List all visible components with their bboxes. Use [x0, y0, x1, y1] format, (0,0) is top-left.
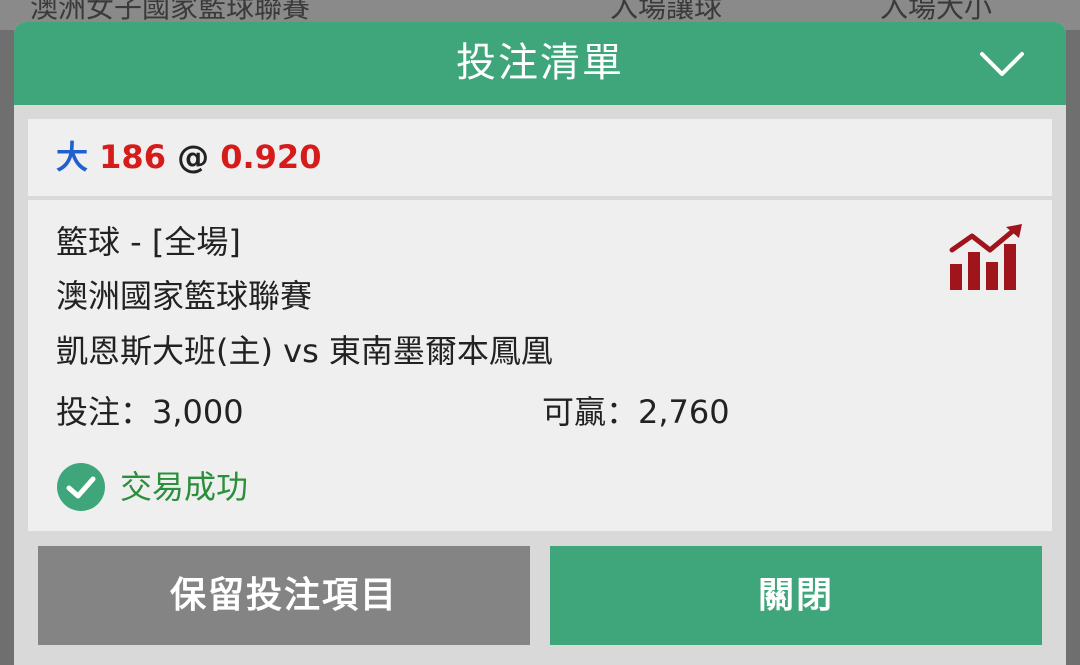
- bet-detail-card: 籃球 - [全場] 澳洲國家籃球聯賽 凱恩斯大班(主) vs 東南墨爾本鳳凰 投…: [28, 200, 1052, 531]
- check-circle-icon: [57, 463, 105, 511]
- bet-slip-panel: 投注清單 大 186 @ 0.920 籃球 - [全場] 澳洲國家籃球聯賽 凱恩…: [14, 22, 1066, 665]
- keep-selections-button[interactable]: 保留投注項目: [38, 546, 530, 645]
- bet-match: 凱恩斯大班(主) vs 東南墨爾本鳳凰: [56, 332, 553, 370]
- close-button[interactable]: 關閉: [550, 546, 1042, 645]
- selection-at-sign: @: [177, 138, 210, 176]
- bet-stake: 投注：3,000: [56, 393, 244, 431]
- bet-slip-header[interactable]: 投注清單: [14, 22, 1066, 105]
- selection-odds-line: 大 186 @ 0.920: [56, 119, 321, 196]
- selection-line: 186: [99, 138, 166, 176]
- selection-pick: 大: [56, 138, 89, 176]
- bet-league: 澳洲國家籃球聯賽: [56, 277, 313, 315]
- bet-sport-market: 籃球 - [全場]: [56, 223, 241, 261]
- stats-chart-icon[interactable]: [948, 224, 1024, 290]
- bet-slip-title: 投注清單: [456, 40, 624, 86]
- bet-payout: 可贏：2,760: [542, 393, 730, 431]
- transaction-status-text: 交易成功: [120, 468, 249, 506]
- selection-row: 大 186 @ 0.920: [28, 119, 1052, 196]
- selection-odds: 0.920: [220, 138, 322, 176]
- chevron-down-icon[interactable]: [978, 46, 1026, 80]
